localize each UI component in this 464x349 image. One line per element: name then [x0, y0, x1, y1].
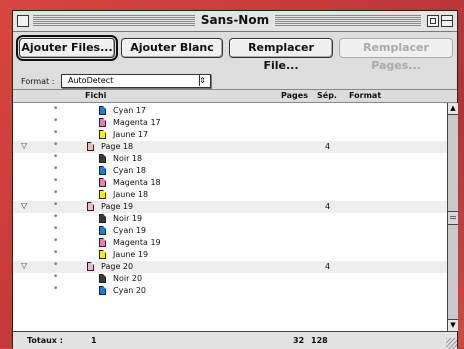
black-document-icon	[99, 154, 106, 163]
main-window: Sans-Nom Ajouter Files... Ajouter Blanc …	[12, 10, 458, 349]
row-name: Cyan 17	[113, 106, 147, 115]
totals-label: Totaux :	[27, 336, 63, 345]
scroll-down-icon[interactable]: ▼	[448, 319, 458, 331]
column-header: Fichi Pages Sép. Format	[13, 89, 457, 103]
yellow-document-icon	[99, 190, 106, 199]
page-document-icon	[87, 202, 94, 211]
select-arrows-icon: ⇕	[199, 74, 206, 86]
row-sep-count: 4	[325, 202, 331, 211]
row-name: Noir 19	[113, 214, 143, 223]
bullet-icon: •	[53, 260, 59, 270]
black-document-icon	[99, 214, 106, 223]
col-sep[interactable]: Sép.	[317, 91, 337, 100]
bullet-icon: •	[53, 176, 59, 186]
disclosure-triangle-icon[interactable]: ▽	[21, 261, 27, 270]
bullet-icon: •	[53, 200, 59, 210]
bullet-icon: •	[53, 212, 59, 222]
cyan-document-icon	[99, 106, 106, 115]
format-label: Format :	[21, 77, 55, 86]
row-sep-count: 4	[325, 142, 331, 151]
format-select[interactable]: AutoDetect ⇕	[61, 74, 211, 88]
bullet-icon: •	[53, 224, 59, 234]
row-sep-count: 4	[325, 262, 331, 271]
bullet-icon: •	[53, 188, 59, 198]
col-file[interactable]: Fichi	[85, 91, 106, 100]
page-row[interactable]: ▽ • Page 18 4	[13, 140, 447, 153]
row-name: Noir 20	[113, 274, 143, 283]
separation-row[interactable]: • Cyan 18	[13, 164, 447, 177]
magenta-document-icon	[99, 178, 106, 187]
separation-row[interactable]: • Cyan 17	[13, 104, 447, 117]
replace-file-button[interactable]: Remplacer File...	[229, 38, 333, 72]
bullet-icon: •	[53, 272, 59, 282]
bullet-icon: •	[53, 116, 59, 126]
row-name: Jaune 19	[113, 250, 149, 259]
row-name: Magenta 19	[113, 238, 161, 247]
row-name: Jaune 18	[113, 190, 149, 199]
row-name: Page 20	[101, 262, 134, 271]
title-bar[interactable]: Sans-Nom	[13, 11, 457, 32]
separation-row[interactable]: • Jaune 19	[13, 248, 447, 261]
row-name: Magenta 18	[113, 178, 161, 187]
page-row[interactable]: ▽ • Page 19 4	[13, 200, 447, 213]
add-blank-button[interactable]: Ajouter Blanc	[121, 38, 223, 58]
separation-row[interactable]: • Noir 20	[13, 272, 447, 285]
row-name: Cyan 18	[113, 166, 147, 175]
format-value: AutoDetect	[68, 76, 114, 85]
totals-sep: 128	[311, 336, 328, 345]
page-document-icon	[87, 142, 94, 151]
cyan-document-icon	[99, 286, 106, 295]
page-document-icon	[87, 262, 94, 271]
scroll-up-icon[interactable]: ▲	[448, 103, 458, 115]
bullet-icon: •	[53, 248, 59, 258]
bullet-icon: •	[53, 236, 59, 246]
disclosure-triangle-icon[interactable]: ▽	[21, 201, 27, 210]
bullet-icon: •	[53, 128, 59, 138]
separation-row[interactable]: • Cyan 20	[13, 284, 447, 297]
row-name: Noir 18	[113, 154, 143, 163]
row-name: Page 18	[101, 142, 134, 151]
file-list[interactable]: • Cyan 17 • Magenta 17 • Jaune 17 ▽ • Page 18 4 • N…	[13, 103, 447, 331]
separation-row[interactable]: • Jaune 17	[13, 128, 447, 141]
totals-bar: Totaux : 1 32 128	[13, 331, 457, 349]
separation-row[interactable]: • Magenta 19	[13, 236, 447, 249]
row-name: Magenta 17	[113, 118, 161, 127]
vertical-scrollbar[interactable]: ▲ ▼	[447, 103, 458, 331]
disclosure-triangle-icon[interactable]: ▽	[21, 141, 27, 150]
totals-pages: 32	[293, 336, 305, 345]
magenta-document-icon	[99, 238, 106, 247]
scroll-thumb[interactable]	[448, 211, 458, 225]
cyan-document-icon	[99, 166, 106, 175]
row-name: Jaune 17	[113, 130, 149, 139]
col-format[interactable]: Format	[349, 91, 381, 100]
add-files-button[interactable]: Ajouter Files...	[16, 35, 118, 61]
separation-row[interactable]: • Magenta 18	[13, 176, 447, 189]
separation-row[interactable]: • Magenta 17	[13, 116, 447, 129]
page-row[interactable]: ▽ • Page 20 4	[13, 260, 447, 273]
separation-row[interactable]: • Cyan 19	[13, 224, 447, 237]
magenta-document-icon	[99, 118, 106, 127]
window-title: Sans-Nom	[194, 13, 276, 27]
bullet-icon: •	[53, 284, 59, 294]
col-pages[interactable]: Pages	[281, 91, 308, 100]
bullet-icon: •	[53, 152, 59, 162]
zoom-box-icon[interactable]	[427, 15, 439, 27]
row-name: Page 19	[101, 202, 134, 211]
yellow-document-icon	[99, 130, 106, 139]
row-name: Cyan 19	[113, 226, 147, 235]
yellow-document-icon	[99, 250, 106, 259]
separation-row[interactable]: • Noir 18	[13, 152, 447, 165]
bullet-icon: •	[53, 140, 59, 150]
cyan-document-icon	[99, 226, 106, 235]
row-name: Cyan 20	[113, 286, 147, 295]
collapse-box-icon[interactable]	[441, 15, 453, 27]
black-document-icon	[99, 274, 106, 283]
separation-row[interactable]: • Jaune 18	[13, 188, 447, 201]
bullet-icon: •	[53, 164, 59, 174]
resize-grip-icon[interactable]	[446, 338, 457, 349]
totals-files: 1	[91, 336, 97, 345]
replace-pages-button[interactable]: Remplacer Pages...	[339, 38, 453, 72]
bullet-icon: •	[53, 104, 59, 114]
separation-row[interactable]: • Noir 19	[13, 212, 447, 225]
